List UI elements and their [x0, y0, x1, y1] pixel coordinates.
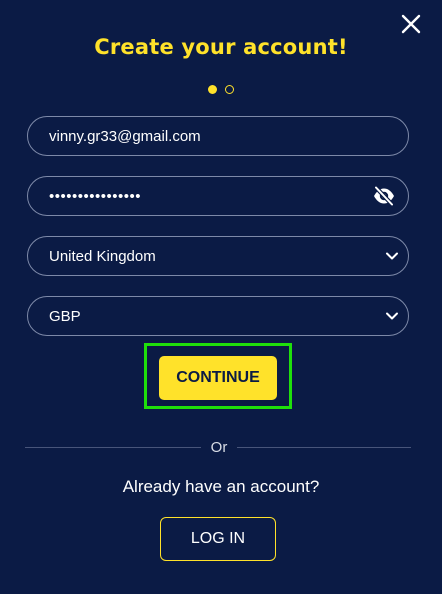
login-button[interactable]: LOG IN: [160, 517, 276, 561]
password-value: ••••••••••••••••: [49, 187, 142, 205]
continue-button[interactable]: CONTINUE: [159, 356, 277, 400]
email-field[interactable]: vinny.gr33@gmail.com: [27, 116, 409, 156]
country-value: United Kingdom: [49, 247, 156, 265]
currency-value: GBP: [49, 307, 81, 325]
password-visibility-toggle[interactable]: [372, 185, 396, 207]
close-button[interactable]: [400, 13, 422, 35]
step-indicator: [0, 85, 442, 94]
or-separator-label: Or: [210, 439, 228, 456]
country-select[interactable]: United Kingdom: [27, 236, 409, 276]
divider-left: [25, 447, 201, 448]
eye-slash-icon: [373, 185, 395, 207]
page-title: Create your account!: [94, 35, 348, 59]
close-icon: [401, 14, 421, 34]
step-dot-inactive: [225, 85, 234, 94]
chevron-down-icon: [386, 252, 398, 260]
email-value: vinny.gr33@gmail.com: [49, 127, 201, 145]
password-field[interactable]: ••••••••••••••••: [27, 176, 409, 216]
currency-select[interactable]: GBP: [27, 296, 409, 336]
chevron-down-icon: [386, 312, 398, 320]
signup-modal: Create your account! vinny.gr33@gmail.co…: [0, 0, 442, 594]
already-have-account-text: Already have an account?: [122, 477, 320, 496]
divider-right: [237, 447, 411, 448]
step-dot-active: [208, 85, 217, 94]
